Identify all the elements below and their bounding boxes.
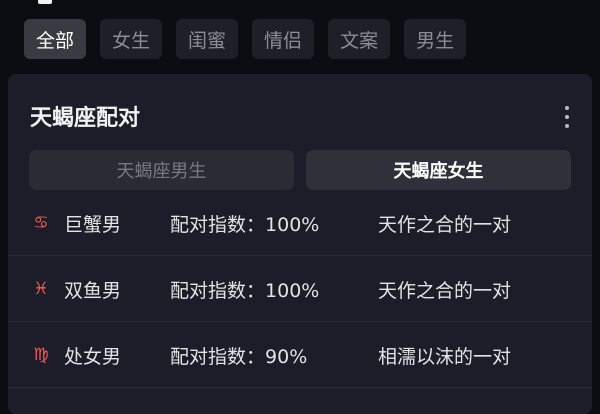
tab-female[interactable]: 女生	[100, 19, 163, 59]
list-item[interactable]: ♓ 双鱼男 配对指数：100% 天作之合的一对	[8, 256, 592, 322]
tab-couple[interactable]: 情侣	[252, 19, 315, 59]
card-title: 天蝎座配对	[30, 106, 141, 131]
pisces-sign-icon: ♓	[33, 279, 49, 299]
virgo-sign-icon: ♍	[33, 345, 49, 365]
match-description: 天作之合的一对	[378, 280, 512, 302]
filter-tab-bar: 全部 女生 闺蜜 情侣 文案 男生	[24, 19, 467, 59]
match-description: 相濡以沫的一对	[378, 346, 512, 368]
score-value: 100%	[265, 280, 320, 302]
tab-male[interactable]: 男生	[404, 19, 467, 59]
sign-name: 巨蟹男	[64, 214, 122, 236]
cancer-sign-icon: ♋	[33, 213, 49, 233]
status-indicator	[38, 0, 52, 4]
list-item[interactable]: ♍ 处女男 配对指数：90% 相濡以沫的一对	[8, 322, 592, 388]
score-label: 配对指数：	[170, 214, 266, 236]
sign-name: 处女男	[64, 346, 122, 368]
match-description: 天作之合的一对	[378, 214, 512, 236]
score-label: 配对指数：	[170, 280, 266, 302]
match-card: 天蝎座配对 天蝎座男生 天蝎座女生 ♋ 巨蟹男 配对指数：100% 天作之合的一…	[8, 74, 592, 414]
tab-all[interactable]: 全部	[24, 19, 87, 59]
score-label: 配对指数：	[170, 346, 266, 368]
match-score: 配对指数：90%	[170, 342, 307, 369]
match-score: 配对指数：100%	[170, 210, 319, 237]
gender-segment-control: 天蝎座男生 天蝎座女生	[29, 150, 571, 190]
match-list: ♋ 巨蟹男 配对指数：100% 天作之合的一对 ♓ 双鱼男 配对指数：100% …	[8, 190, 592, 388]
sign-name: 双鱼男	[64, 280, 122, 302]
list-item[interactable]: ♋ 巨蟹男 配对指数：100% 天作之合的一对	[8, 190, 592, 256]
score-value: 90%	[265, 346, 308, 368]
more-options-icon[interactable]	[564, 106, 570, 128]
match-score: 配对指数：100%	[170, 276, 319, 303]
segment-scorpio-male[interactable]: 天蝎座男生	[29, 150, 294, 190]
tab-copywriting[interactable]: 文案	[328, 19, 391, 59]
score-value: 100%	[265, 214, 320, 236]
tab-bestie[interactable]: 闺蜜	[176, 19, 239, 59]
segment-scorpio-female[interactable]: 天蝎座女生	[306, 150, 571, 190]
